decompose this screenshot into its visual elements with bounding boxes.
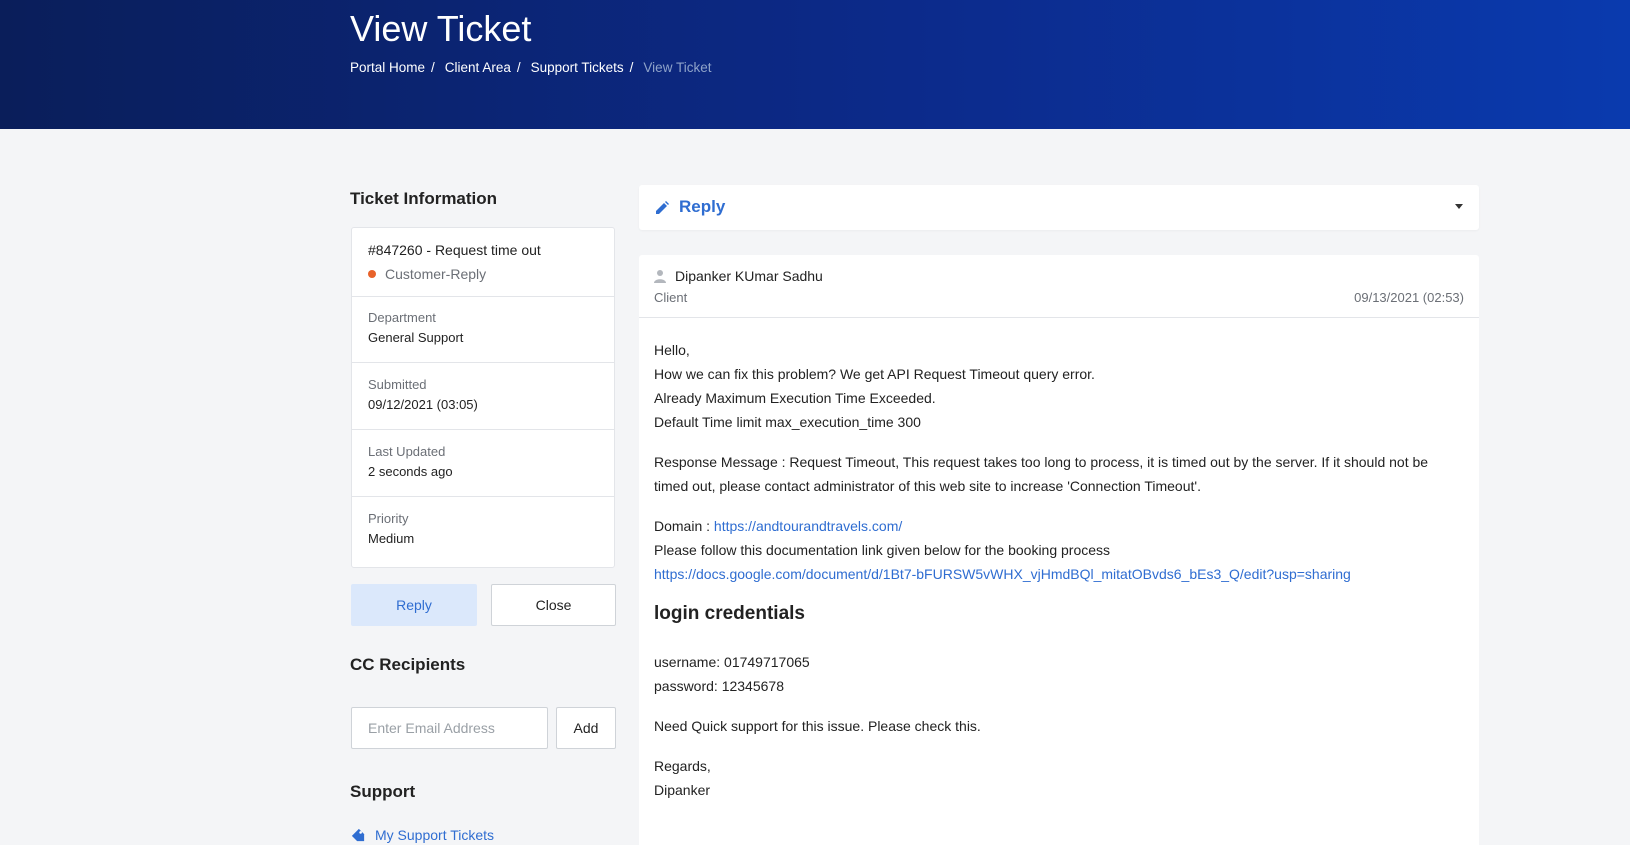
message-paragraph: Regards, Dipanker — [654, 754, 1464, 802]
status-dot-icon — [368, 270, 376, 278]
message-paragraph: Domain : https://andtourandtravels.com/ … — [654, 514, 1464, 586]
page-title: View Ticket — [350, 8, 532, 49]
submitted-section: Submitted 09/12/2021 (03:05) — [352, 363, 614, 430]
status-text: Customer-Reply — [385, 266, 487, 282]
message-header: Dipanker KUmar Sadhu Client 09/13/2021 (… — [639, 255, 1479, 318]
submitted-label: Submitted — [368, 377, 427, 392]
status-badge: Customer-Reply — [368, 266, 598, 282]
last-updated-value: 2 seconds ago — [368, 464, 453, 479]
add-cc-button[interactable]: Add — [556, 707, 616, 749]
message-paragraph: username: 01749717065 password: 12345678 — [654, 650, 1464, 698]
close-ticket-button[interactable]: Close — [491, 584, 616, 626]
ticket-message: Dipanker KUmar Sadhu Client 09/13/2021 (… — [639, 255, 1479, 845]
message-date: 09/13/2021 (02:53) — [1354, 290, 1464, 305]
priority-value: Medium — [368, 531, 415, 546]
breadcrumb-client-area[interactable]: Client Area — [445, 60, 511, 75]
regards-line: Regards, — [654, 758, 711, 774]
submitted-value: 09/12/2021 (03:05) — [368, 397, 478, 412]
reply-bar-label: Reply — [679, 197, 726, 216]
department-section: Department General Support — [352, 297, 614, 363]
priority-label: Priority — [368, 511, 409, 526]
my-support-tickets-label: My Support Tickets — [375, 827, 495, 843]
pencil-icon — [656, 201, 669, 214]
support-request-line: Need Quick support for this issue. Pleas… — [654, 718, 981, 734]
breadcrumb-current: View Ticket — [643, 60, 712, 75]
breadcrumb-portal-home[interactable]: Portal Home — [350, 60, 425, 75]
ticket-title: #847260 - Request time out — [368, 242, 541, 258]
my-support-tickets-link[interactable]: My Support Tickets — [351, 827, 494, 843]
breadcrumb-support-tickets[interactable]: Support Tickets — [531, 60, 624, 75]
reply-toggle-bar[interactable]: Reply — [639, 185, 1479, 230]
message-body: Hello, How we can fix this problem? We g… — [654, 338, 1464, 818]
domain-label: Domain : — [654, 518, 714, 534]
credentials-heading: login credentials — [654, 603, 805, 624]
user-icon — [654, 270, 666, 283]
breadcrumb-separator: / — [629, 60, 634, 75]
cc-email-input[interactable] — [351, 707, 548, 749]
message-line: Default Time limit max_execution_time 30… — [654, 414, 921, 430]
password-line: password: 12345678 — [654, 678, 784, 694]
doc-link[interactable]: https://docs.google.com/document/d/1Bt7-… — [654, 566, 1351, 582]
cc-recipients-heading: CC Recipients — [350, 655, 466, 674]
ticket-info-card: #847260 - Request time out Customer-Repl… — [351, 227, 615, 568]
breadcrumb-separator: / — [516, 60, 521, 75]
ticket-information-heading: Ticket Information — [350, 189, 498, 208]
message-role: Client — [654, 290, 688, 305]
response-message: Response Message : Request Timeout, This… — [654, 454, 1429, 494]
last-updated-section: Last Updated 2 seconds ago — [352, 430, 614, 497]
breadcrumb: Portal Home / Client Area / Support Ticket… — [350, 60, 711, 75]
reply-button[interactable]: Reply — [351, 584, 477, 626]
message-paragraph: Hello, How we can fix this problem? We g… — [654, 338, 1464, 434]
message-line: Hello, — [654, 342, 690, 358]
signature: Dipanker — [654, 782, 711, 798]
breadcrumb-separator: / — [431, 60, 435, 75]
priority-section: Priority Medium — [352, 497, 614, 567]
username-line: username: 01749717065 — [654, 654, 810, 670]
doc-text: Please follow this documentation link gi… — [654, 542, 1111, 558]
message-author: Dipanker KUmar Sadhu — [675, 268, 823, 284]
support-heading: Support — [350, 782, 416, 801]
page-header: View Ticket Portal Home / Client Area / Su… — [0, 0, 1630, 129]
message-line: Already Maximum Execution Time Exceeded. — [654, 390, 936, 406]
last-updated-label: Last Updated — [368, 444, 446, 459]
domain-link[interactable]: https://andtourandtravels.com/ — [714, 518, 902, 534]
department-value: General Support — [368, 330, 464, 345]
chevron-down-icon[interactable] — [1455, 204, 1463, 209]
ticket-summary: #847260 - Request time out Customer-Repl… — [352, 228, 614, 297]
department-label: Department — [368, 310, 436, 325]
ticket-tag-icon — [351, 828, 365, 842]
message-line: How we can fix this problem? We get API … — [654, 366, 1095, 382]
